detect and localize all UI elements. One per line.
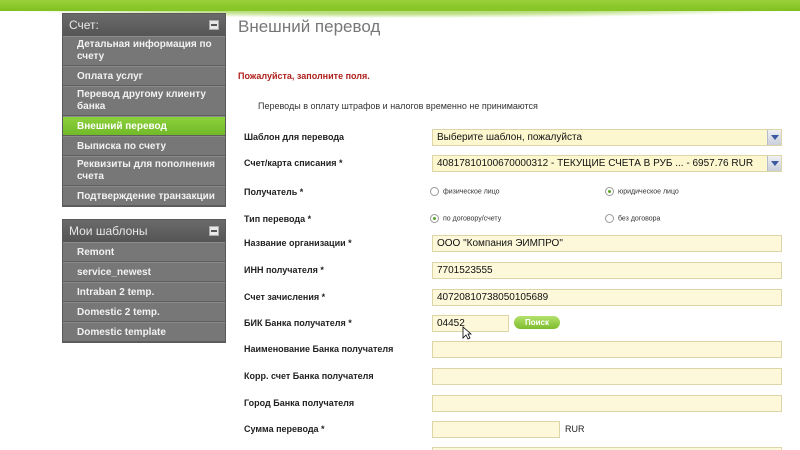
transfer-contract-label: по договору/счету	[443, 215, 502, 223]
row-bank-name: Наименование Банка получателя	[244, 341, 794, 359]
corr-account-input[interactable]	[432, 368, 782, 385]
row-credit-account: Счет зачисления * 40720810738050105689	[244, 289, 794, 307]
sidebar-item-statement[interactable]: Выписка по счету	[63, 136, 225, 156]
minus-box-icon[interactable]	[209, 226, 219, 236]
templates-panel-title: Мои шаблоны	[69, 224, 148, 238]
account-label: Счет/карта списания *	[244, 158, 343, 168]
recipient-individual-radio[interactable]: физическое лицо	[430, 187, 500, 196]
transfer-no-contract-label: без договора	[618, 215, 661, 223]
bank-city-input[interactable]	[432, 395, 782, 412]
row-inn: ИНН получателя * 7701523555	[244, 262, 794, 280]
template-select[interactable]: Выберите шаблон, пожалуйста	[432, 129, 782, 146]
org-name-label: Название организации *	[244, 238, 352, 248]
account-panel-title: Счет:	[69, 18, 99, 32]
main-content: Внешний перевод Пожалуйста, заполните по…	[238, 13, 798, 450]
row-recipient: Получатель * физическое лицо юридическое…	[244, 184, 794, 202]
currency-label: RUR	[565, 424, 585, 434]
corr-account-label: Корр. счет Банка получателя	[244, 371, 374, 381]
radio-unchecked-icon[interactable]	[605, 214, 614, 223]
sidebar-item-pay-services[interactable]: Оплата услуг	[63, 66, 225, 86]
bank-city-label: Город Банка получателя	[244, 398, 355, 408]
sidebar-item-confirm-transaction[interactable]: Подтверждение транзакции	[63, 186, 225, 206]
minus-box-icon[interactable]	[209, 20, 219, 30]
transfer-contract-radio[interactable]: по договору/счету	[430, 214, 501, 223]
radio-checked-icon[interactable]	[605, 187, 614, 196]
sidebar-item-transfer-client[interactable]: Перевод другому клиенту банка	[63, 86, 225, 116]
amount-label: Сумма перевода *	[244, 424, 325, 434]
recipient-legal-radio[interactable]: юридическое лицо	[605, 187, 679, 196]
template-item[interactable]: service_newest	[63, 262, 225, 282]
transfer-type-label: Тип перевода *	[244, 214, 312, 224]
templates-panel: Мои шаблоны Remont service_newest Intrab…	[62, 219, 226, 343]
org-name-input[interactable]: ООО "Компания ЭИМПРО"	[432, 235, 782, 252]
template-select-value: Выберите шаблон, пожалуйста	[437, 132, 583, 143]
row-corr-account: Корр. счет Банка получателя	[244, 368, 794, 386]
info-message: Переводы в оплату штрафов и налогов врем…	[258, 101, 538, 111]
recipient-individual-label: физическое лицо	[443, 188, 500, 196]
amount-input[interactable]	[432, 421, 560, 438]
row-bank-city: Город Банка получателя	[244, 395, 794, 413]
account-panel: Счет: Детальная информация по счету Опла…	[62, 13, 226, 207]
sidebar-item-external-transfer[interactable]: Внешний перевод	[63, 116, 225, 136]
transfer-no-contract-radio[interactable]: без договора	[605, 214, 660, 223]
template-item[interactable]: Domestic template	[63, 322, 225, 342]
mouse-pointer-icon	[462, 326, 472, 340]
bank-name-input[interactable]	[432, 341, 782, 358]
row-template: Шаблон для перевода Выберите шаблон, пож…	[244, 129, 794, 147]
chevron-down-icon[interactable]	[767, 156, 781, 171]
row-org-name: Название организации * ООО "Компания ЭИМ…	[244, 235, 794, 253]
row-amount: Сумма перевода * RUR	[244, 421, 794, 439]
account-select-value: 40817810100670000312 - ТЕКУЩИЕ СЧЕТА В Р…	[437, 158, 754, 169]
template-item[interactable]: Intraban 2 temp.	[63, 282, 225, 302]
bik-label: БИК Банка получателя *	[244, 318, 352, 328]
page-title: Внешний перевод	[238, 17, 381, 36]
row-bik: БИК Банка получателя * 04452 Поиск	[244, 315, 794, 333]
bank-name-label: Наименование Банка получателя	[244, 344, 394, 354]
recipient-legal-label: юридическое лицо	[618, 188, 679, 196]
recipient-label: Получатель *	[244, 187, 304, 197]
inn-label: ИНН получателя *	[244, 265, 324, 275]
sidebar-item-account-details[interactable]: Детальная информация по счету	[63, 36, 225, 66]
chevron-down-icon[interactable]	[767, 130, 781, 145]
account-select[interactable]: 40817810100670000312 - ТЕКУЩИЕ СЧЕТА В Р…	[432, 155, 782, 172]
template-label: Шаблон для перевода	[244, 132, 345, 142]
radio-unchecked-icon[interactable]	[430, 187, 439, 196]
sidebar-item-requisites[interactable]: Реквизиты для пополнения счета	[63, 156, 225, 186]
template-item[interactable]: Domestic 2 temp.	[63, 302, 225, 322]
credit-account-label: Счет зачисления *	[244, 292, 326, 302]
row-transfer-type: Тип перевода * по договору/счету без дог…	[244, 211, 794, 229]
validation-notice: Пожалуйста, заполните поля.	[238, 71, 370, 81]
templates-panel-header[interactable]: Мои шаблоны	[63, 220, 225, 242]
credit-account-input[interactable]: 40720810738050105689	[432, 289, 782, 306]
row-account: Счет/карта списания * 408178101006700003…	[244, 155, 794, 173]
inn-input[interactable]: 7701523555	[432, 262, 782, 279]
template-item[interactable]: Remont	[63, 242, 225, 262]
sidebar: Счет: Детальная информация по счету Опла…	[62, 13, 226, 355]
account-panel-header[interactable]: Счет:	[63, 14, 225, 36]
radio-checked-icon[interactable]	[430, 214, 439, 223]
search-button[interactable]: Поиск	[514, 316, 560, 329]
